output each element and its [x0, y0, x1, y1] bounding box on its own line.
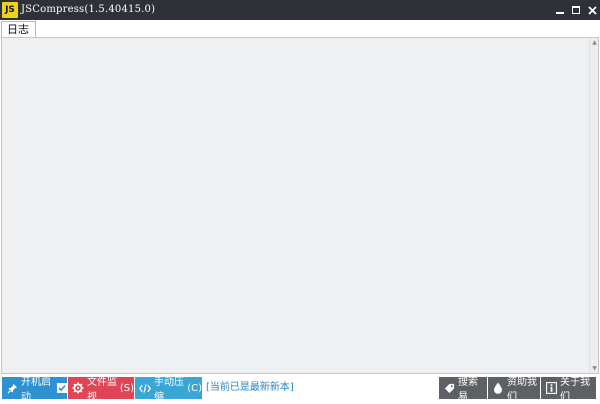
donate-label: 资助我们 [507, 377, 537, 403]
maximize-icon [572, 6, 580, 14]
gear-icon [72, 382, 84, 394]
manual-compress-label: 手动压缩 [154, 377, 184, 403]
check-icon [58, 384, 66, 392]
sousuo-label: 搜索易 [458, 377, 478, 403]
tag-icon [443, 382, 455, 394]
drop-icon [492, 382, 504, 394]
file-monitor-label: 文件监视 [87, 377, 117, 403]
app-icon: JS [2, 2, 18, 18]
about-button[interactable]: 关于我们 [541, 377, 596, 403]
minimize-icon [556, 12, 564, 14]
manual-compress-shortcut: (C) [187, 382, 202, 394]
file-monitor-shortcut: (S) [119, 382, 134, 394]
update-status: [当前已是最新新本] [206, 382, 294, 393]
donate-button[interactable]: 资助我们 [488, 377, 540, 403]
file-monitor-button[interactable]: 文件监视 (S) [68, 377, 134, 403]
vertical-scrollbar[interactable]: ▲ ▼ [589, 38, 598, 373]
title-bar: JS JSCompress(1.5.40415.0) [0, 0, 600, 20]
window-title: JSCompress(1.5.40415.0) [21, 4, 156, 15]
close-icon [587, 5, 597, 15]
startup-label: 开机启动 [21, 377, 51, 403]
close-button[interactable] [583, 0, 600, 20]
scroll-down-icon[interactable]: ▼ [591, 365, 598, 372]
tab-log[interactable]: 日志 [1, 21, 36, 38]
startup-checkbox[interactable] [57, 383, 67, 393]
info-icon [545, 382, 557, 394]
scroll-up-icon[interactable]: ▲ [591, 39, 598, 46]
code-icon [139, 382, 151, 394]
tab-strip: 日志 [0, 20, 600, 38]
pin-icon [6, 382, 18, 394]
about-label: 关于我们 [560, 377, 590, 403]
manual-compress-button[interactable]: 手动压缩 (C) [135, 377, 202, 403]
log-panel[interactable]: ▲ ▼ [1, 37, 599, 374]
startup-button[interactable]: 开机启动 [2, 377, 67, 403]
sousuo-button[interactable]: 搜索易 [439, 377, 487, 403]
bottom-toolbar: 开机启动 文件监视 (S) 手动压缩 (C) [当前已是最新新本] 搜索易 资助… [0, 375, 600, 404]
